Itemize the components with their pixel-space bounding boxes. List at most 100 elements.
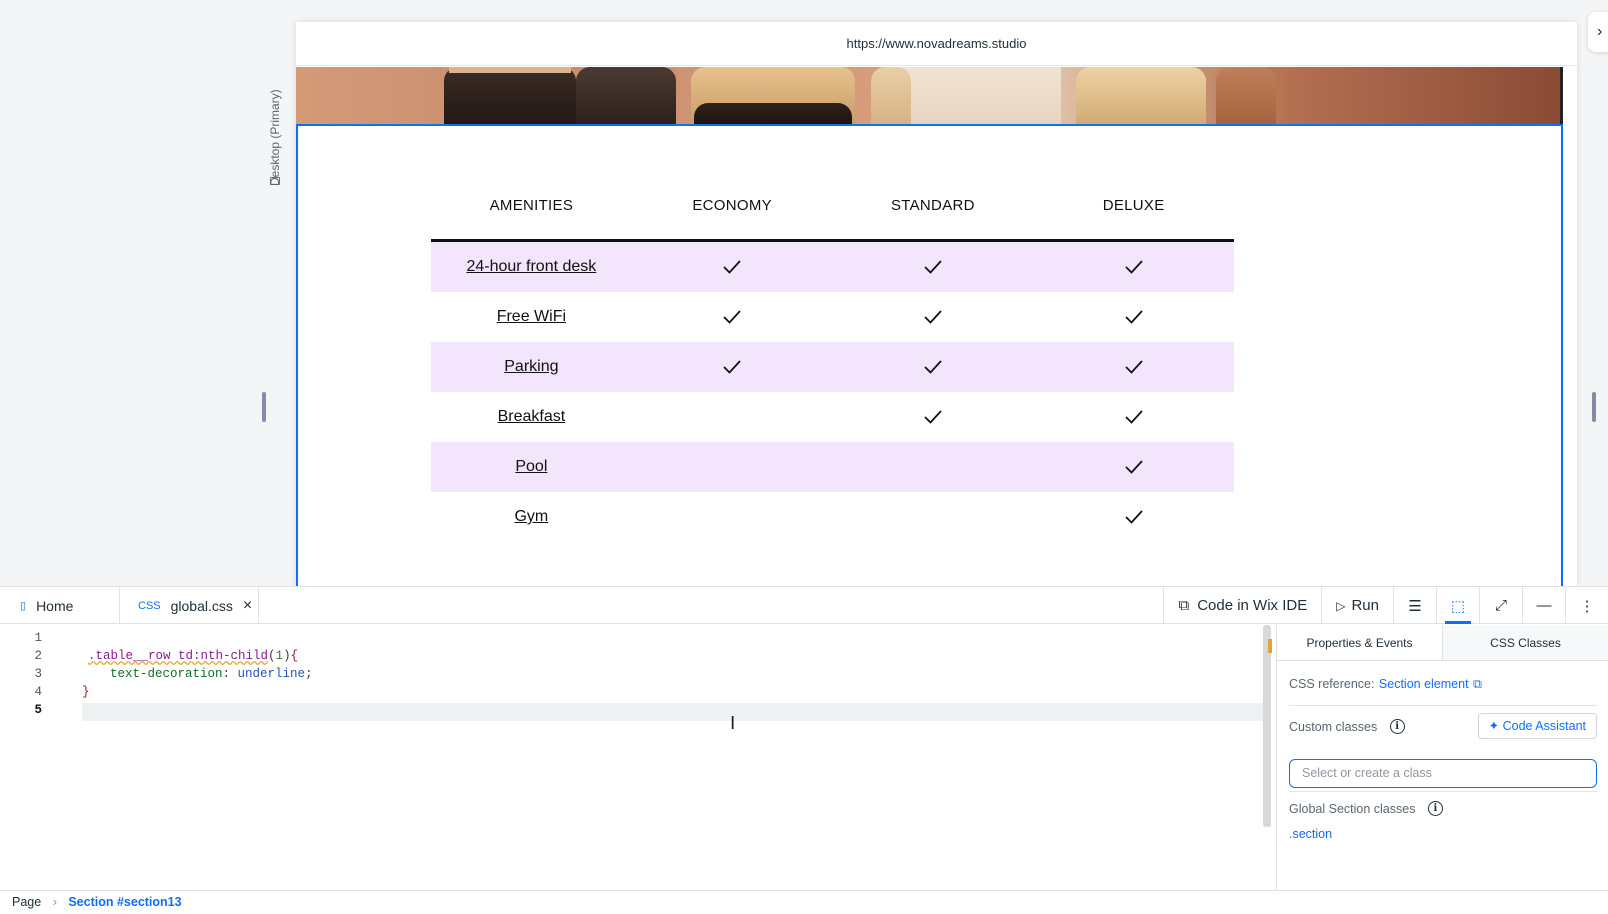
css-reference-row: CSS reference: Section element ⧉: [1289, 677, 1482, 691]
more-options-icon[interactable]: ⋮: [1565, 587, 1608, 624]
table-row: Pool: [431, 442, 1234, 492]
warning-marker: [1268, 639, 1272, 653]
code-line-2[interactable]: .table__row td:nth-child(1){: [88, 649, 298, 663]
checkmark-icon: [632, 259, 833, 275]
standard-cell: [833, 409, 1034, 425]
checkmark-icon: [833, 309, 1034, 325]
header-amenities: AMENITIES: [489, 197, 574, 214]
editor-scrollbar[interactable]: [1263, 625, 1271, 827]
table-body: 24-hour front desk Free WiFi Parking Breakf…: [431, 242, 1234, 542]
standard-cell: [833, 259, 1034, 275]
checkmark-icon: [632, 359, 833, 375]
tab-properties-events[interactable]: Properties & Events: [1277, 625, 1443, 660]
tab-css-classes[interactable]: CSS Classes: [1443, 625, 1608, 660]
amenity-name: Gym: [514, 508, 549, 525]
css-property: text-decoration: [110, 667, 223, 681]
amenity-name: Parking: [504, 358, 559, 375]
standard-cell: [833, 309, 1034, 325]
format-code-icon[interactable]: ☰: [1393, 587, 1436, 624]
table-row: Parking: [431, 342, 1234, 392]
selected-section[interactable]: AMENITIES ECONOMY STANDARD DELUXE 24-hou…: [296, 124, 1563, 586]
checkmark-icon: [1033, 409, 1234, 425]
global-classes-row: Global Section classes i: [1289, 800, 1443, 818]
panel-toolbar: ⧉ Code in Wix IDE ▷ Run ☰ ⬚ ⤢ — ⋮: [1163, 587, 1608, 624]
chevron-right-icon[interactable]: ›: [1588, 12, 1608, 52]
left-resize-handle[interactable]: [262, 392, 266, 422]
minimize-icon[interactable]: —: [1522, 587, 1565, 624]
checkmark-icon: [1033, 309, 1234, 325]
checkmark-icon: [833, 259, 1034, 275]
info-icon[interactable]: i: [1427, 801, 1443, 817]
css-value: underline: [237, 667, 306, 681]
deluxe-cell: [1033, 509, 1234, 525]
standard-cell: [833, 359, 1034, 375]
economy-cell: [632, 309, 833, 325]
line-number: 4: [34, 685, 42, 699]
code-line-4[interactable]: }: [82, 685, 90, 699]
device-label-text: Desktop (Primary): [268, 89, 282, 186]
current-line-highlight: [82, 703, 1263, 721]
checkmark-icon: [632, 309, 833, 325]
chevron-right-icon: ›: [52, 895, 57, 909]
economy-cell: [632, 359, 833, 375]
properties-tabs: Properties & Events CSS Classes: [1277, 625, 1608, 661]
deluxe-cell: [1033, 459, 1234, 475]
page-icon: ▯: [20, 600, 27, 612]
url-bar: https://www.novadreams.studio: [296, 22, 1577, 66]
amenity-name: Free WiFi: [496, 308, 567, 325]
class-input[interactable]: Select or create a class: [1289, 759, 1597, 788]
close-icon[interactable]: ×: [243, 597, 252, 615]
external-link-icon: ⧉: [1178, 597, 1190, 614]
table-header: AMENITIES ECONOMY STANDARD DELUXE: [431, 186, 1234, 242]
checkmark-icon: [833, 409, 1034, 425]
css-reference-link[interactable]: Section element: [1379, 677, 1469, 691]
external-link-icon[interactable]: ⧉: [1473, 677, 1482, 691]
right-resize-handle[interactable]: [1592, 392, 1596, 422]
select-element-icon[interactable]: ⬚: [1436, 587, 1479, 624]
site-preview-frame: https://www.novadreams.studio AMENITIES …: [296, 22, 1577, 586]
header-deluxe: DELUXE: [1102, 197, 1165, 214]
header-economy: ECONOMY: [692, 197, 772, 214]
checkmark-icon: [833, 359, 1034, 375]
checkmark-icon: [1033, 359, 1234, 375]
table-row: Breakfast: [431, 392, 1234, 442]
amenity-name: Breakfast: [497, 408, 566, 425]
tab-global-css-label: global.css: [170, 597, 233, 614]
custom-classes-row: Custom classes i ✦ Code Assistant: [1289, 713, 1597, 739]
economy-cell: [632, 259, 833, 275]
line-number: 1: [34, 631, 42, 645]
amenity-name: 24-hour front desk: [466, 258, 597, 275]
breadcrumb-page[interactable]: Page: [12, 895, 41, 909]
checkmark-icon: [1033, 259, 1234, 275]
hero-image[interactable]: [296, 67, 1563, 125]
line-number: 2: [34, 649, 42, 663]
table-row: Free WiFi: [431, 292, 1234, 342]
device-label[interactable]: Desktop (Primary): [268, 66, 286, 190]
table-row: 24-hour front desk: [431, 242, 1234, 292]
deluxe-cell: [1033, 359, 1234, 375]
deluxe-cell: [1033, 309, 1234, 325]
info-icon[interactable]: i: [1389, 719, 1405, 735]
code-assistant-button[interactable]: ✦ Code Assistant: [1477, 713, 1597, 739]
text-cursor-icon: I: [730, 713, 736, 734]
expand-icon[interactable]: ⤢: [1479, 587, 1522, 624]
deluxe-cell: [1033, 259, 1234, 275]
global-class-section[interactable]: .section: [1289, 827, 1332, 841]
css-file-icon: CSS: [138, 599, 161, 612]
code-editor[interactable]: 1 2 3 4 5 .table__row td:nth-child(1){ t…: [0, 625, 1263, 890]
tab-home[interactable]: ▯ Home: [0, 587, 120, 624]
table-row: Gym: [431, 492, 1234, 542]
line-number: 3: [34, 667, 42, 681]
code-in-ide-button[interactable]: ⧉ Code in Wix IDE: [1163, 587, 1321, 624]
play-icon: ▷: [1336, 598, 1346, 613]
breadcrumb-section[interactable]: Section #section13: [68, 895, 181, 909]
code-panel: ▯ Home CSS global.css × ⧉ Code in Wix ID…: [0, 586, 1608, 914]
tab-global-css[interactable]: CSS global.css ×: [120, 587, 259, 624]
code-line-3[interactable]: text-decoration: underline;: [110, 667, 313, 681]
amenities-table[interactable]: AMENITIES ECONOMY STANDARD DELUXE 24-hou…: [431, 186, 1234, 542]
checkmark-icon: [1033, 459, 1234, 475]
amenity-name: Pool: [515, 458, 548, 475]
run-button[interactable]: ▷ Run: [1321, 587, 1393, 624]
css-selector: .table__row td:nth-child: [88, 649, 269, 663]
tab-home-label: Home: [36, 597, 74, 614]
